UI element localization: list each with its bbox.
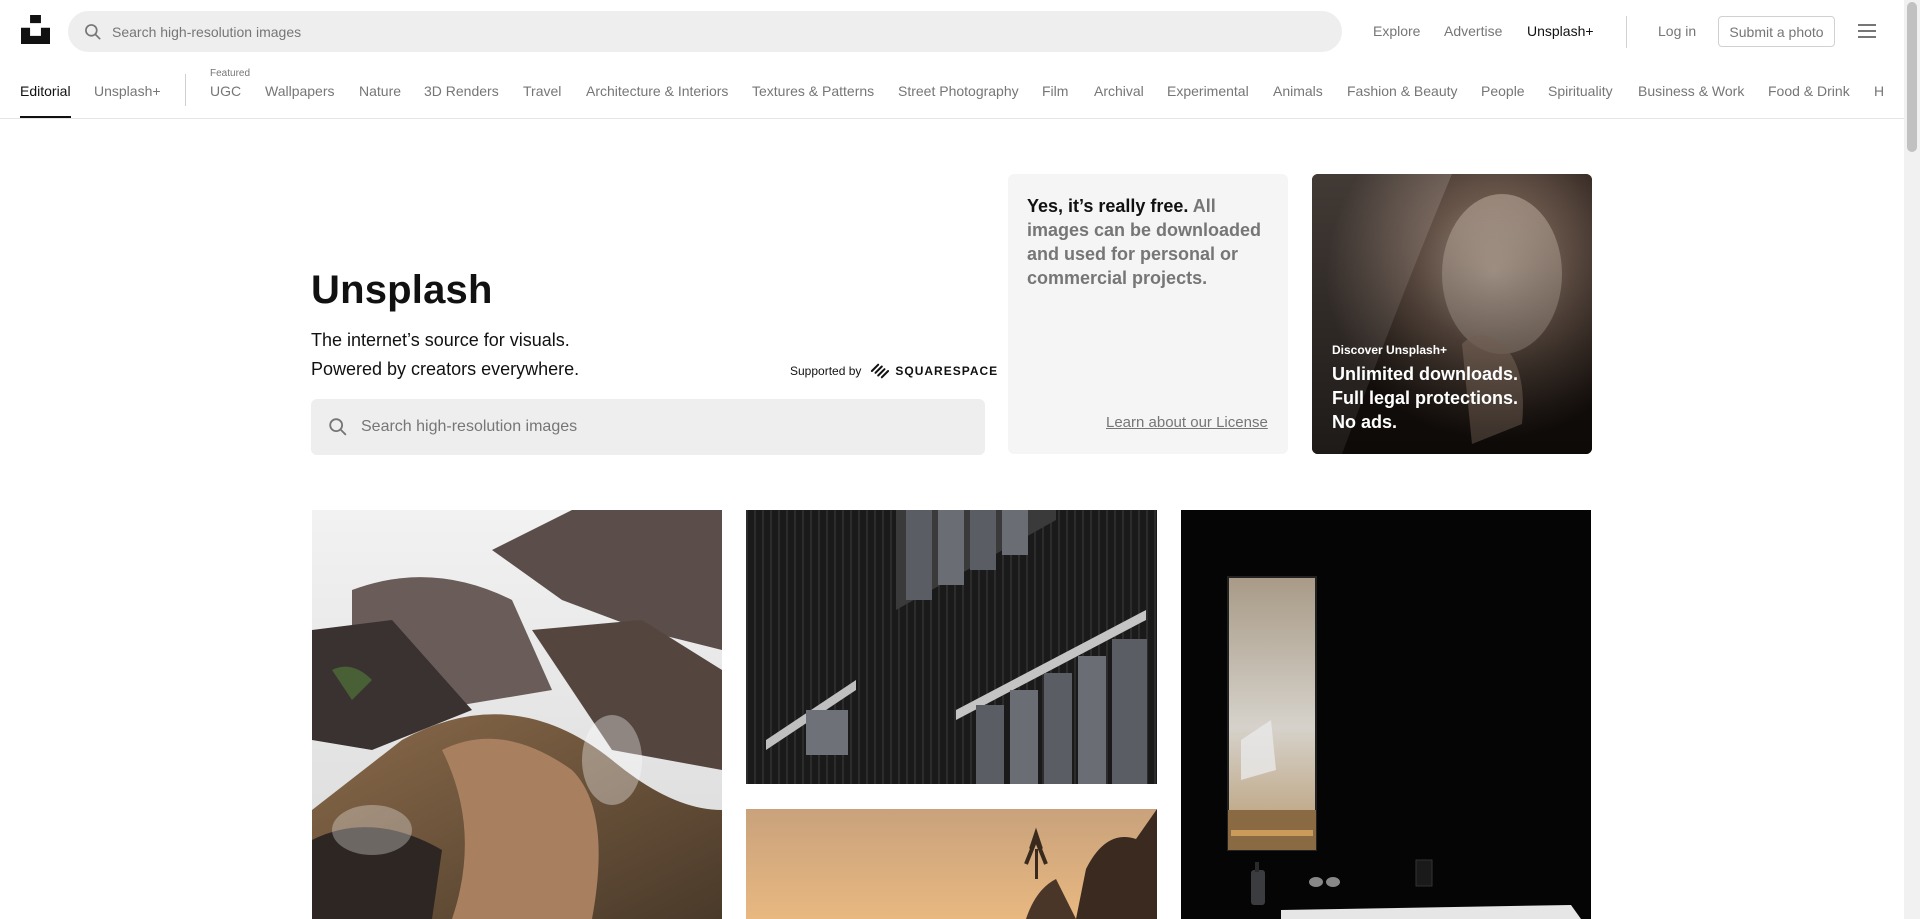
hero-subtitle-line1: The internet’s source for visuals. xyxy=(311,330,570,350)
topic-spirituality[interactable]: Spirituality xyxy=(1548,82,1613,100)
photo-building[interactable] xyxy=(746,510,1157,784)
learn-license-link[interactable]: Learn about our License xyxy=(1106,414,1268,431)
topic-food-drink[interactable]: Food & Drink xyxy=(1768,82,1850,100)
photo-building-image xyxy=(746,510,1157,784)
photo-sunset-image xyxy=(746,809,1157,919)
sponsor-attribution[interactable]: Supported by SQUARESPACE xyxy=(790,362,998,380)
free-license-bold: Yes, it’s really free. xyxy=(1027,196,1189,216)
topic-wallpapers[interactable]: Wallpapers xyxy=(265,82,335,100)
submit-photo-button[interactable]: Submit a photo xyxy=(1718,16,1835,47)
unsplash-plus-promo-card[interactable]: Discover Unsplash+ Unlimited downloads. … xyxy=(1312,174,1592,454)
promo-line-1: Unlimited downloads. xyxy=(1332,364,1519,384)
topic-editorial[interactable]: Editorial xyxy=(20,82,71,100)
supported-by-label: Supported by xyxy=(790,364,862,378)
topic-travel[interactable]: Travel xyxy=(523,82,561,100)
search-icon[interactable] xyxy=(83,22,103,42)
featured-label: Featured xyxy=(210,68,251,79)
photo-interior[interactable] xyxy=(1181,510,1591,919)
hero-subtitle-line2: Powered by creators everywhere. xyxy=(311,359,580,379)
topics-divider xyxy=(185,74,186,106)
topic-nature[interactable]: Nature xyxy=(359,82,401,100)
topic-street-photography[interactable]: Street Photography xyxy=(898,82,1019,100)
topics-nav: Editorial Unsplash+ Featured UGC Wallpap… xyxy=(0,62,1904,119)
hero-search-bar[interactable] xyxy=(311,399,985,455)
unsplash-logo-icon[interactable] xyxy=(20,15,51,44)
photo-sunset[interactable] xyxy=(746,809,1157,919)
promo-line-3: No ads. xyxy=(1332,412,1398,432)
promo-line-2: Full legal protections. xyxy=(1332,388,1519,408)
nav-advertise-link[interactable]: Advertise xyxy=(1444,22,1502,40)
promo-headline: Unlimited downloads. Full legal protecti… xyxy=(1332,362,1582,434)
photo-mountains-image xyxy=(312,510,722,919)
top-search-input[interactable] xyxy=(112,11,1312,52)
sponsor-name: SQUARESPACE xyxy=(895,364,999,378)
topic-more-cut-off[interactable]: H xyxy=(1874,82,1884,100)
top-search-bar[interactable] xyxy=(68,11,1342,52)
topic-archival[interactable]: Archival xyxy=(1094,82,1144,100)
topic-people[interactable]: People xyxy=(1481,82,1525,100)
topic-ugc[interactable]: UGC xyxy=(210,82,241,100)
topic-unsplash-plus[interactable]: Unsplash+ xyxy=(94,82,161,100)
promo-kicker: Discover Unsplash+ xyxy=(1332,343,1448,357)
hero-title: Unsplash xyxy=(311,268,493,312)
topic-fashion-beauty[interactable]: Fashion & Beauty xyxy=(1347,82,1458,100)
photo-mountains[interactable] xyxy=(312,510,722,919)
nav-unsplash-plus-link[interactable]: Unsplash+ xyxy=(1527,22,1594,40)
topic-textures-patterns[interactable]: Textures & Patterns xyxy=(752,82,874,100)
topic-experimental[interactable]: Experimental xyxy=(1167,82,1249,100)
free-license-text: Yes, it’s really free. All images can be… xyxy=(1027,194,1272,290)
hero-search-input[interactable] xyxy=(361,399,961,455)
topic-film[interactable]: Film xyxy=(1042,82,1068,100)
search-icon[interactable] xyxy=(327,416,349,438)
topic-animals[interactable]: Animals xyxy=(1273,82,1323,100)
header-divider xyxy=(1626,16,1627,48)
nav-explore-link[interactable]: Explore xyxy=(1373,22,1420,40)
free-license-card: Yes, it’s really free. All images can be… xyxy=(1008,174,1288,454)
topic-business-work[interactable]: Business & Work xyxy=(1638,82,1744,100)
login-link[interactable]: Log in xyxy=(1658,22,1696,40)
scrollbar-thumb[interactable] xyxy=(1907,2,1917,152)
squarespace-logo-icon xyxy=(871,363,890,379)
hamburger-menu-icon[interactable] xyxy=(1857,22,1877,40)
page-scrollbar[interactable] xyxy=(1904,0,1920,919)
top-header: Explore Advertise Unsplash+ Log in Submi… xyxy=(0,0,1904,62)
active-topic-underline xyxy=(20,116,71,118)
photo-interior-image xyxy=(1181,510,1591,919)
topic-architecture-interiors[interactable]: Architecture & Interiors xyxy=(586,82,728,100)
topic-3d-renders[interactable]: 3D Renders xyxy=(424,82,499,100)
